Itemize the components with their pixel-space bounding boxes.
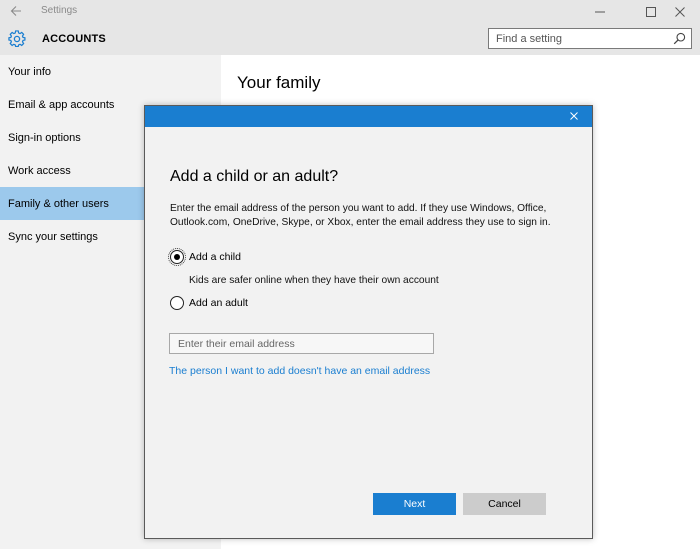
sidebar-item-label: Sync your settings [8, 231, 98, 243]
close-icon[interactable] [568, 110, 580, 122]
close-window-button[interactable] [660, 0, 700, 24]
title-bar: Settings [0, 0, 700, 24]
sidebar-item-label: Your info [8, 66, 52, 78]
sidebar-item-your-info[interactable]: Your info [0, 55, 221, 88]
email-placeholder: Enter their email address [178, 338, 295, 350]
settings-header: ACCOUNTS Find a setting [0, 24, 700, 55]
close-icon [675, 7, 685, 17]
dialog-description: Enter the email address of the person yo… [170, 203, 551, 228]
gear-icon [8, 30, 26, 48]
maximize-icon [646, 7, 656, 17]
search-icon[interactable] [673, 32, 686, 45]
window-title: Settings [41, 5, 78, 16]
search-placeholder: Find a setting [496, 33, 563, 45]
section-title: ACCOUNTS [42, 33, 106, 45]
add-child-label[interactable]: Add a child [189, 251, 241, 263]
email-field[interactable]: Enter their email address [169, 333, 434, 354]
no-email-link[interactable]: The person I want to add doesn't have an… [169, 365, 430, 377]
add-child-hint: Kids are safer online when they have the… [189, 275, 439, 286]
search-input[interactable]: Find a setting [488, 28, 692, 49]
add-adult-label[interactable]: Add an adult [189, 297, 248, 309]
add-child-radio[interactable] [168, 248, 186, 266]
sidebar-item-label: Work access [8, 165, 71, 177]
next-button[interactable]: Next [373, 493, 456, 515]
cancel-button[interactable]: Cancel [463, 493, 546, 515]
sidebar-item-label: Email & app accounts [8, 99, 115, 111]
sidebar-item-label: Family & other users [8, 198, 109, 210]
add-adult-radio[interactable] [170, 296, 184, 310]
add-user-dialog: Add a child or an adult? Enter the email… [144, 105, 593, 539]
dialog-title-bar [145, 106, 592, 127]
back-button[interactable] [10, 2, 24, 20]
back-arrow-icon [10, 6, 21, 16]
minimize-icon [595, 11, 605, 13]
minimize-button[interactable] [580, 0, 620, 24]
page-title: Your family [237, 73, 321, 92]
sidebar-item-label: Sign-in options [8, 132, 81, 144]
dialog-heading: Add a child or an adult? [170, 168, 339, 185]
